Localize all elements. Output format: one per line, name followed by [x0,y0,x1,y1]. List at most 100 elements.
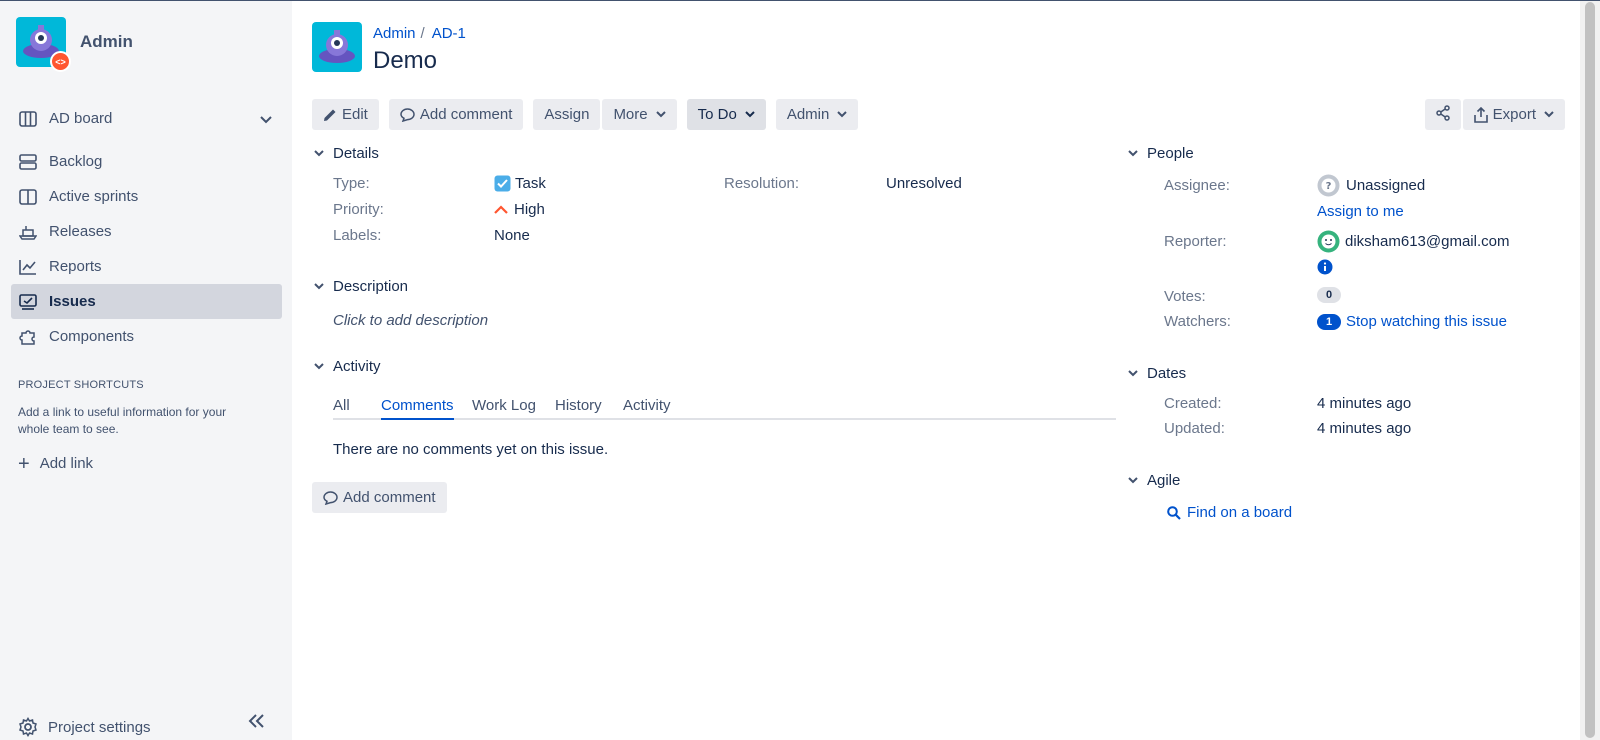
add-comment-button[interactable]: Add comment [388,99,524,130]
issue-title[interactable]: Demo [373,47,437,75]
reporter-value[interactable]: diksham613@gmail.com [1317,230,1509,253]
sidebar-item-board[interactable]: AD board [11,101,282,136]
tab-activity[interactable]: Activity [623,397,671,420]
assignee-value[interactable]: ? Unassigned [1317,174,1425,197]
assign-button[interactable]: Assign [533,99,601,130]
comment-icon [400,107,415,122]
chevron-down-icon [745,111,755,118]
updated-value: 4 minutes ago [1317,420,1412,437]
chevron-down-icon [1126,477,1140,484]
labels-value[interactable]: None [494,227,530,244]
assignee-label: Assignee: [1164,177,1230,194]
sidebar-item-components[interactable]: Components [11,319,282,354]
tab-comments[interactable]: Comments [381,397,454,420]
edit-button[interactable]: Edit [312,99,379,130]
issues-icon [18,292,38,312]
project-settings-link[interactable]: Project settings [18,717,151,737]
issue-toolbar: Edit Add comment Assign More To Do Admin [312,99,868,130]
project-header[interactable]: <> Admin [16,17,133,72]
priority-value[interactable]: High [494,201,545,218]
priority-text: High [514,201,545,218]
priority-label: Priority: [333,201,384,218]
releases-icon [18,222,38,242]
export-dropdown[interactable]: Export [1462,99,1565,130]
chevron-down-icon [1126,370,1140,377]
sidebar: <> Admin AD board Backlog Active sprints [0,1,292,740]
details-heading: Details [333,145,379,162]
add-link-button[interactable]: + Add link [18,452,93,475]
breadcrumb: Admin / AD-1 [373,25,466,42]
sidebar-item-active-sprints[interactable]: Active sprints [11,179,282,214]
resolution-value: Unresolved [886,175,962,192]
board-icon [18,109,38,129]
no-comments-message: There are no comments yet on this issue. [333,441,609,458]
agile-heading: Agile [1147,472,1181,489]
activity-heading: Activity [333,358,381,375]
add-comment-bottom-button[interactable]: Add comment [312,482,447,513]
type-value[interactable]: Task [494,175,546,192]
workflow-dropdown[interactable]: Admin [775,99,859,130]
agile-section-toggle[interactable]: Agile [1126,472,1180,489]
sidebar-item-label: Releases [49,223,112,240]
people-heading: People [1147,145,1194,162]
watchers-value[interactable]: 1 Stop watching this issue [1317,313,1507,330]
chevron-down-icon [312,363,326,370]
assign-to-me-link[interactable]: Assign to me [1317,203,1404,220]
type-text: Task [515,175,546,192]
find-on-board-link[interactable]: Find on a board [1167,504,1292,521]
find-on-board-label: Find on a board [1187,504,1293,521]
chevron-down-icon [1544,111,1554,118]
description-heading: Description [333,278,409,295]
tab-all[interactable]: All [333,397,350,420]
created-value: 4 minutes ago [1317,395,1412,412]
stop-watching-link[interactable]: Stop watching this issue [1346,313,1507,330]
breadcrumb-issue-key-link[interactable]: AD-1 [432,25,466,42]
chevron-down-icon [1126,150,1140,157]
sidebar-item-issues[interactable]: Issues [11,284,282,319]
activity-section-toggle[interactable]: Activity [312,358,381,375]
sidebar-item-label: Reports [49,258,102,275]
chevron-down-icon [312,283,326,290]
chevron-down-icon [312,150,326,157]
info-icon[interactable] [1317,259,1333,275]
watchers-label: Watchers: [1164,313,1231,330]
breadcrumb-project-link[interactable]: Admin [373,25,416,42]
chevron-down-icon [837,111,848,118]
description-section-toggle[interactable]: Description [312,278,408,295]
scrollbar[interactable] [1580,1,1600,740]
reporter-label: Reporter: [1164,233,1227,250]
plus-icon: + [18,452,30,475]
sidebar-item-releases[interactable]: Releases [11,214,282,249]
dates-section-toggle[interactable]: Dates [1126,365,1186,382]
collapse-sidebar-icon[interactable] [248,714,264,733]
people-section-toggle[interactable]: People [1126,145,1194,162]
more-dropdown[interactable]: More [602,99,677,130]
details-section-toggle[interactable]: Details [312,145,379,162]
backlog-icon [18,152,38,172]
status-dropdown[interactable]: To Do [686,99,766,130]
share-icon [1435,104,1451,125]
status-label: To Do [697,106,737,123]
scrollbar-thumb[interactable] [1585,2,1595,738]
description-field[interactable]: Click to add description [333,312,488,329]
sidebar-item-label: Backlog [49,153,103,170]
labels-label: Labels: [333,227,382,244]
votes-value[interactable]: 0 [1317,287,1341,303]
search-icon [1167,505,1181,520]
toolbar-right: Export [1424,99,1565,130]
sidebar-item-backlog[interactable]: Backlog [11,144,282,179]
sidebar-item-reports[interactable]: Reports [11,249,282,284]
priority-high-icon [494,204,508,215]
watchers-count-badge: 1 [1317,313,1341,330]
chevron-down-icon [655,111,666,118]
dates-heading: Dates [1147,365,1187,382]
sidebar-item-label: Active sprints [49,188,139,205]
project-settings-label: Project settings [48,718,151,736]
project-name: Admin [80,32,133,51]
reports-icon [18,257,38,277]
share-button[interactable] [1424,99,1461,130]
task-icon [494,175,511,192]
tab-history[interactable]: History [555,397,602,420]
tab-work-log[interactable]: Work Log [472,397,536,420]
svg-text:?: ? [1326,181,1332,192]
